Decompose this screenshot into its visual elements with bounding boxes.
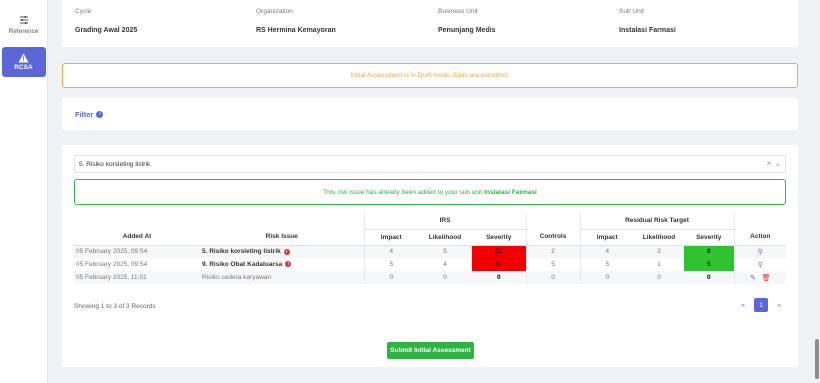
info-value: Instalasi Farmasi xyxy=(619,27,676,34)
cell-added-at: 05 February 2025, 09:54 xyxy=(74,245,200,258)
risk-table-card: 5. Risiko korsleting listrik × ⌄ This ri… xyxy=(62,145,798,367)
sidebar-item-label: Reference xyxy=(8,28,39,35)
info-label: Sub Unit xyxy=(619,8,644,15)
col-likelihood: Likelihood xyxy=(418,229,472,246)
pagination-page[interactable]: 1 xyxy=(754,298,768,312)
info-label: Cycle xyxy=(75,8,92,15)
col-controls: Controls xyxy=(525,229,580,246)
info-label: Business Unit xyxy=(438,8,478,15)
warning-icon xyxy=(18,53,29,63)
cell-residual-likelihood: 0 xyxy=(634,271,684,284)
cell-residual-likelihood: 2 xyxy=(634,245,684,258)
cell-impact: 0 xyxy=(363,271,418,284)
search-icon[interactable]: ⚲ xyxy=(758,261,763,269)
alert-icon[interactable]: ! xyxy=(283,248,290,255)
col-residual-severity: Severity xyxy=(684,229,734,246)
cell-residual-impact: 5 xyxy=(579,258,634,271)
alert-text: This risk issue has already been added t… xyxy=(323,188,483,196)
sidebar-item-label: RCSA xyxy=(14,64,33,71)
risk-table: IRS Residual Risk Target Added At Risk I… xyxy=(74,213,786,284)
clear-icon[interactable]: × xyxy=(767,159,772,168)
col-impact: Impact xyxy=(363,229,418,246)
cell-residual-impact: 4 xyxy=(579,245,634,258)
col-added-at: Added At xyxy=(74,229,200,246)
cell-impact: 5 xyxy=(363,258,418,271)
cell-residual-impact: 0 xyxy=(579,271,634,284)
info-business-unit: Business Unit Penunjang Medis xyxy=(438,8,496,34)
assessment-info-card: Cycle Grading Awal 2025 Organization RS … xyxy=(62,0,798,47)
info-organization: Organization RS Hermina Kemayoran xyxy=(256,8,336,34)
cell-added-at: 05 February 2025, 09:54 xyxy=(76,261,148,268)
cell-residual-likelihood: 1 xyxy=(657,261,661,268)
col-severity: Severity xyxy=(472,229,526,246)
cell-residual-severity: 8 xyxy=(684,245,734,258)
col-risk-issue: Risk Issue xyxy=(200,229,364,246)
scrollbar[interactable] xyxy=(814,0,820,383)
residual-group-header: Residual Risk Target xyxy=(579,213,734,230)
cell-severity: 20 xyxy=(472,245,526,258)
sidebar: Reference RCSA xyxy=(0,0,48,383)
table-row: 05 February 2025, 09:54 9. Risiko Obat K… xyxy=(74,258,786,271)
col-residual-likelihood: Likelihood xyxy=(634,229,684,246)
cell-severity: 20 xyxy=(472,258,526,271)
chevron-down-icon[interactable]: ⌄ xyxy=(774,159,781,168)
risk-issue-select[interactable]: 5. Risiko korsleting listrik × ⌄ xyxy=(74,155,786,173)
cell-action: ⚲ xyxy=(733,245,786,258)
sidebar-item-reference[interactable]: Reference xyxy=(2,7,46,43)
pagination-prev[interactable]: « xyxy=(736,298,750,312)
cell-action: ⚲ xyxy=(733,258,786,271)
chevron-right-icon: › xyxy=(96,110,104,118)
col-residual-impact: Impact xyxy=(579,229,634,246)
filter-label: Filter xyxy=(75,109,94,119)
cell-residual-severity: 5 xyxy=(684,258,734,271)
risk-issue-text: 9. Risiko Obat Kadaluarsa xyxy=(202,261,283,268)
sidebar-item-rcsa[interactable]: RCSA xyxy=(1,47,46,77)
alert-unit: Instalasi Farmasi xyxy=(484,188,537,196)
cell-controls: 2 xyxy=(525,245,580,258)
info-cycle: Cycle Grading Awal 2025 xyxy=(75,8,137,34)
info-value: Grading Awal 2025 xyxy=(75,27,138,34)
sliders-icon xyxy=(19,16,28,24)
submit-assessment-button[interactable]: Submit Initial Assessment xyxy=(387,342,474,359)
cell-likelihood: 0 xyxy=(418,271,472,284)
edit-icon[interactable]: ✎ xyxy=(750,274,756,282)
cell-controls: 5 xyxy=(525,258,580,271)
info-sub-unit: Sub Unit Instalasi Farmasi xyxy=(619,8,676,34)
table-row: 05 February 2025, 11:01 Risiko cedera ka… xyxy=(74,271,786,284)
trash-icon[interactable]: 🗑 xyxy=(762,274,771,282)
cell-risk-issue: 9. Risiko Obat Kadaluarsa! xyxy=(200,258,364,271)
cell-severity: 0 xyxy=(472,271,526,284)
filter-toggle[interactable]: Filter › xyxy=(75,109,104,119)
cell-impact: 4 xyxy=(363,245,418,258)
cell-risk-issue: 5. Risiko korsleting listrik! xyxy=(200,245,364,258)
info-value: Penunjang Medis xyxy=(438,27,496,34)
search-icon[interactable]: ⚲ xyxy=(758,248,763,256)
cell-added-at: 05 February 2025, 11:01 xyxy=(74,271,200,284)
info-label: Organization xyxy=(256,8,293,15)
risk-issue-text: 5. Risiko korsleting listrik xyxy=(202,248,281,256)
cell-residual-severity: 0 xyxy=(684,271,734,284)
pagination-next[interactable]: » xyxy=(772,298,786,312)
scrollbar-thumb[interactable] xyxy=(815,339,819,379)
risk-select-value: 5. Risiko korsleting listrik xyxy=(79,160,151,168)
pagination: « 1 » xyxy=(736,298,786,312)
cell-risk-issue: Risiko cedera karyawan xyxy=(200,271,364,284)
table-row: 05 February 2025, 09:54 5. Risiko korsle… xyxy=(74,245,786,258)
cell-likelihood: 4 xyxy=(443,261,447,268)
risk-added-alert: This risk issue has already been added t… xyxy=(74,179,786,205)
cell-action: ✎ 🗑 xyxy=(733,271,786,284)
col-action: Action xyxy=(733,229,786,246)
alert-icon[interactable]: ! xyxy=(285,261,292,268)
cell-likelihood: 5 xyxy=(418,245,472,258)
irs-group-header: IRS xyxy=(363,213,526,230)
filter-card: Filter › xyxy=(62,98,798,130)
draft-mode-alert: Initial Assessment is in Draft mode. Edi… xyxy=(62,63,798,88)
cell-controls: 0 xyxy=(525,271,580,284)
info-value: RS Hermina Kemayoran xyxy=(256,27,336,34)
records-info: Showing 1 to 3 of 3 Records xyxy=(74,303,156,310)
